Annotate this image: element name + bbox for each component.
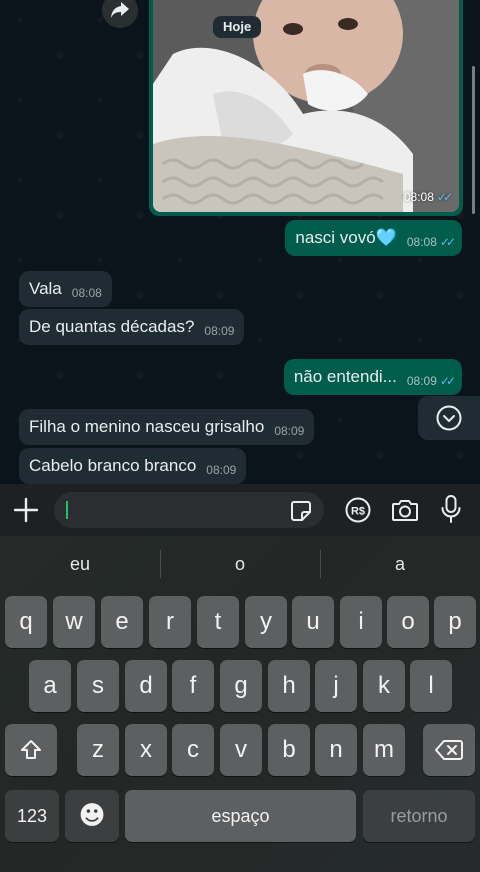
key-l[interactable]: l — [410, 660, 452, 712]
message-meta: 08:09 — [206, 460, 236, 480]
message-meta: 08:09 ✓✓ — [406, 371, 456, 391]
message-time: 08:09 — [204, 324, 235, 338]
scroll-to-bottom-button[interactable] — [418, 396, 480, 440]
emoji-icon: ☻ — [78, 801, 106, 831]
read-receipt-icon: ✓✓ — [439, 374, 456, 388]
sticker-icon[interactable] — [290, 500, 312, 522]
key-d[interactable]: d — [125, 660, 167, 712]
image-time-text: 08:08 — [403, 190, 434, 204]
read-receipt-icon: ✓✓ — [436, 190, 453, 204]
key-m[interactable]: m — [363, 724, 405, 776]
suggestion-3[interactable]: a — [320, 536, 480, 592]
key-k[interactable]: k — [363, 660, 405, 712]
suggestion-2[interactable]: o — [160, 536, 320, 592]
message-time: 08:09 — [406, 374, 437, 388]
message-meta: 08:09 — [204, 321, 234, 341]
message-text: não entendi... — [293, 367, 397, 386]
key-x[interactable]: x — [125, 724, 167, 776]
photo-drawing — [153, 0, 459, 212]
message-text: Vala — [29, 279, 62, 298]
message-meta: 08:08 ✓✓ — [406, 232, 456, 252]
key-q[interactable]: q — [5, 596, 47, 648]
message-time: 08:08 — [71, 286, 102, 300]
shift-icon — [21, 740, 41, 759]
numbers-key[interactable]: 123 — [5, 790, 59, 842]
key-u[interactable]: u — [292, 596, 334, 648]
message-meta: 08:08 — [72, 283, 102, 303]
return-key[interactable]: retorno — [363, 790, 475, 842]
image-timestamp: 08:08 ✓✓ — [403, 190, 453, 204]
message-text: De quantas décadas? — [29, 317, 195, 336]
key-a[interactable]: a — [29, 660, 71, 712]
key-n[interactable]: n — [315, 724, 357, 776]
message-text: nasci vovó🩵 — [295, 228, 397, 247]
message-bubble-incoming[interactable]: De quantas décadas? 08:09 — [19, 309, 245, 345]
message-bubble-incoming[interactable]: Vala 08:08 — [19, 271, 112, 307]
text-cursor — [66, 501, 68, 519]
date-separator: Hoje — [213, 16, 262, 38]
suggestion-1[interactable]: eu — [0, 536, 160, 592]
image-message[interactable]: 08:08 ✓✓ — [149, 0, 463, 216]
key-o[interactable]: o — [387, 596, 429, 648]
forward-icon — [111, 2, 129, 18]
camera-icon[interactable] — [391, 497, 419, 523]
suggestion-bar: eu o a — [0, 536, 480, 592]
key-s[interactable]: s — [77, 660, 119, 712]
shift-key[interactable] — [5, 724, 57, 776]
chat-scrollbar[interactable] — [472, 66, 475, 214]
message-input[interactable] — [54, 492, 324, 528]
message-time: 08:08 — [406, 235, 437, 249]
forward-button[interactable] — [102, 0, 138, 28]
message-meta: 08:09 — [274, 421, 304, 441]
key-w[interactable]: w — [53, 596, 95, 648]
delete-icon — [435, 740, 463, 760]
chevron-down-icon — [436, 405, 462, 431]
key-f[interactable]: f — [172, 660, 214, 712]
key-g[interactable]: g — [220, 660, 262, 712]
key-h[interactable]: h — [268, 660, 310, 712]
key-p[interactable]: p — [434, 596, 476, 648]
message-bubble-outgoing[interactable]: nasci vovó🩵 08:08 ✓✓ — [285, 220, 462, 256]
key-e[interactable]: e — [101, 596, 143, 648]
key-y[interactable]: y — [245, 596, 287, 648]
message-bubble-incoming[interactable]: Filha o menino nasceu grisalho 08:09 — [19, 409, 315, 445]
key-j[interactable]: j — [315, 660, 357, 712]
key-r[interactable]: r — [149, 596, 191, 648]
message-bubble-incoming[interactable]: Cabelo branco branco 08:09 — [19, 448, 247, 484]
delete-key[interactable] — [423, 724, 475, 776]
message-time: 08:09 — [206, 463, 237, 477]
key-t[interactable]: t — [197, 596, 239, 648]
key-b[interactable]: b — [268, 724, 310, 776]
read-receipt-icon: ✓✓ — [439, 235, 456, 249]
baby-photo[interactable]: 08:08 ✓✓ — [153, 0, 459, 212]
rs-label: R$ — [351, 506, 365, 518]
key-z[interactable]: z — [77, 724, 119, 776]
message-text: Filha o menino nasceu grisalho — [29, 417, 265, 436]
message-text: Cabelo branco branco — [29, 456, 197, 475]
keyboard: eu o a q w e r t y u i o p a s d f g h j… — [0, 536, 480, 872]
space-key[interactable]: espaço — [125, 790, 356, 842]
microphone-icon[interactable] — [440, 494, 462, 524]
message-bubble-outgoing[interactable]: não entendi... 08:09 ✓✓ — [283, 359, 462, 395]
payment-rs-icon[interactable]: R$ — [345, 497, 371, 523]
plus-icon[interactable] — [12, 496, 40, 524]
key-v[interactable]: v — [220, 724, 262, 776]
key-c[interactable]: c — [172, 724, 214, 776]
key-i[interactable]: i — [340, 596, 382, 648]
chat-area[interactable]: 08:08 ✓✓ Hoje nasci vovó🩵 08:08 ✓✓ Vala … — [0, 0, 480, 484]
message-time: 08:09 — [274, 424, 305, 438]
emoji-key[interactable]: ☻ — [65, 790, 119, 842]
